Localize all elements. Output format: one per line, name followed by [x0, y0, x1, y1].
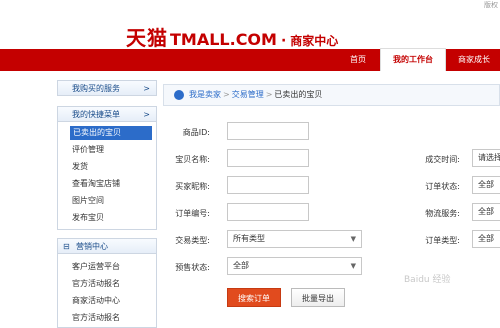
order-status-select[interactable]: 全部 — [472, 176, 500, 194]
trade-type-label: 交易类型: — [175, 236, 210, 245]
sidebar-item-activity-center[interactable]: 商家活动中心 — [72, 294, 120, 308]
nav-home[interactable]: 首页 — [340, 49, 376, 71]
search-orders-button[interactable]: 搜索订单 — [227, 288, 281, 307]
buyer-nick-label: 买家昵称: — [175, 182, 210, 191]
deal-time-label: 成交时间: — [425, 155, 460, 164]
logistics-select[interactable]: 全部 — [472, 203, 500, 221]
sidebar-item-publish[interactable]: 发布宝贝 — [72, 211, 104, 225]
sidebar-item-shipping[interactable]: 发货 — [72, 160, 88, 174]
trade-type-select[interactable]: 所有类型 ▼ — [227, 230, 362, 248]
batch-export-button[interactable]: 批量导出 — [291, 288, 345, 307]
chevron-down-icon: ▼ — [350, 262, 356, 270]
sidebar-item-view-store[interactable]: 查看淘宝店铺 — [72, 177, 120, 191]
sidebar-item-official-activity-2[interactable]: 官方活动报名 — [72, 311, 120, 325]
breadcrumb-seller[interactable]: 我是卖家 — [189, 90, 221, 99]
chevron-right-icon: > — [143, 84, 150, 93]
product-id-input[interactable] — [227, 122, 309, 140]
deal-time-placeholder: 请选择 — [478, 153, 500, 162]
nav-growth[interactable]: 商家成长 — [450, 49, 498, 71]
sidebar-item-sold-items[interactable]: 已卖出的宝贝 — [70, 126, 152, 140]
sidebar-item-image-space[interactable]: 图片空间 — [72, 194, 104, 208]
sidebar-purchased-services[interactable]: 我购买的服务 > — [57, 80, 157, 96]
product-name-input[interactable] — [227, 149, 309, 167]
deal-time-input[interactable]: 请选择 — [472, 149, 500, 167]
corner-text: 版权 — [484, 1, 498, 9]
order-no-label: 订单编号: — [175, 209, 210, 218]
sidebar-item-reviews[interactable]: 评价管理 — [72, 143, 104, 157]
presale-value: 全部 — [233, 261, 249, 270]
breadcrumb: 我是卖家 > 交易管理 > 已卖出的宝贝 — [189, 89, 322, 100]
order-type-label: 订单类型: — [425, 236, 460, 245]
order-no-input[interactable] — [227, 203, 309, 221]
buyer-nick-input[interactable] — [227, 176, 309, 194]
watermark: Baidu 经验 — [404, 275, 451, 285]
sidebar-item-official-activity[interactable]: 官方活动报名 — [72, 277, 120, 291]
product-id-label: 商品ID: — [182, 128, 210, 137]
logo-en: TMALL.COM — [170, 30, 277, 49]
presale-select[interactable]: 全部 ▼ — [227, 257, 362, 275]
breadcrumb-current: 已卖出的宝贝 — [274, 90, 323, 99]
logistics-label: 物流服务: — [425, 209, 460, 218]
sidebar-quick-menu-header[interactable]: 我的快捷菜单 > — [57, 106, 157, 122]
collapse-icon: ⊟ — [63, 242, 70, 251]
presale-label: 预售状态: — [175, 263, 210, 272]
top-nav-bar: 首页 我的工作台 商家成长 — [0, 48, 500, 71]
sidebar-item-crm[interactable]: 客户运营平台 — [72, 260, 120, 274]
tmall-logo[interactable]: 天猫 TMALL.COM · 商家中心 — [126, 22, 338, 51]
trade-type-value: 所有类型 — [233, 234, 265, 243]
product-name-label: 宝贝名称: — [175, 155, 210, 164]
sidebar-purchased-label: 我购买的服务 — [72, 84, 120, 93]
nav-workbench[interactable]: 我的工作台 — [380, 48, 446, 71]
order-status-value: 全部 — [478, 180, 494, 189]
logo-cn: 天猫 — [126, 26, 168, 50]
order-status-label: 订单状态: — [425, 182, 460, 191]
sidebar-marketing-header[interactable]: ⊟ 营销中心 — [57, 238, 157, 254]
breadcrumb-separator: > — [223, 90, 230, 99]
sidebar-quick-menu-label: 我的快捷菜单 — [72, 110, 120, 119]
breadcrumb-trade[interactable]: 交易管理 — [232, 90, 264, 99]
logo-subtitle: 商家中心 — [290, 34, 339, 48]
logistics-value: 全部 — [478, 207, 494, 216]
order-type-value: 全部 — [478, 234, 494, 243]
chevron-right-icon: > — [143, 110, 150, 119]
info-circle-icon — [174, 90, 184, 100]
logo-dot: · — [280, 33, 287, 49]
breadcrumb-separator: > — [265, 90, 273, 99]
order-type-select[interactable]: 全部 — [472, 230, 500, 248]
chevron-down-icon: ▼ — [350, 235, 356, 243]
sidebar-marketing-label: 营销中心 — [76, 242, 108, 251]
